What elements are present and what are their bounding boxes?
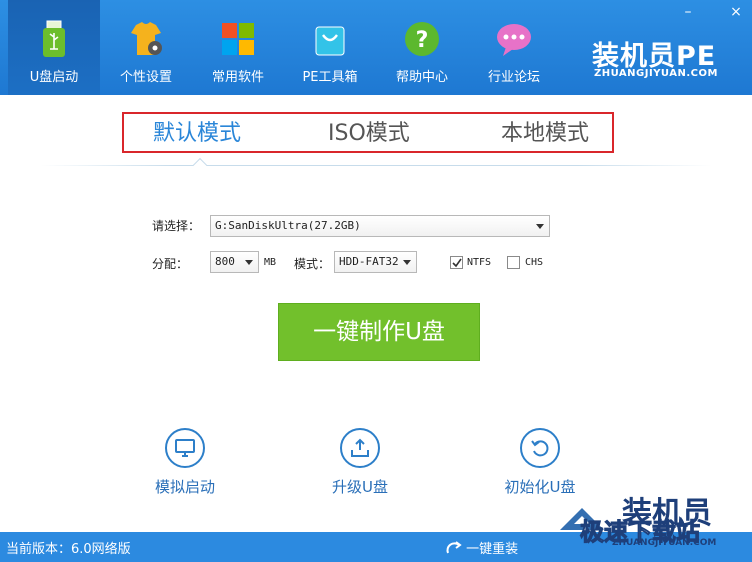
brand-url: ZHUANGJIYUAN.COM — [594, 68, 718, 79]
alloc-unit: MB — [264, 257, 277, 268]
make-usb-button[interactable]: 一键制作U盘 — [278, 303, 480, 361]
action-label: 模拟启动 — [154, 478, 215, 496]
windows-tiles-icon — [222, 23, 254, 55]
nav-label: 常用软件 — [211, 70, 264, 85]
partition-mode-value: HDD-FAT32 — [339, 255, 399, 268]
upgrade-usb-button[interactable]: 升级U盘 — [300, 428, 420, 497]
watermark: 装机员 极速下载站 ZHUANGJIYUAN.COM — [552, 490, 752, 550]
shopping-bag-icon — [315, 26, 345, 56]
watermark-url: ZHUANGJIYUAN.COM — [612, 538, 717, 548]
tshirt-gear-icon — [131, 22, 162, 55]
alloc-label: 分配： — [152, 257, 189, 271]
upload-tray-icon — [351, 438, 369, 457]
tab-local-mode[interactable]: 本地模式 — [501, 115, 589, 147]
tab-iso-mode[interactable]: ISO模式 — [328, 115, 410, 147]
action-circle — [340, 428, 380, 468]
nav-label: 个性设置 — [119, 70, 172, 85]
action-label: 升级U盘 — [332, 478, 388, 496]
chs-checkbox[interactable] — [507, 256, 520, 269]
device-select[interactable]: G:SanDiskUltra(27.2GB) — [210, 215, 550, 237]
reinstall-link[interactable]: 一键重装 — [446, 538, 518, 557]
nav-personalize[interactable]: 个性设置 — [100, 0, 192, 95]
partition-mode-select[interactable]: HDD-FAT32 — [334, 251, 417, 273]
active-tab-caret — [192, 157, 208, 173]
help-question-icon: ? — [405, 22, 439, 56]
action-circle — [520, 428, 560, 468]
nav-usb-boot[interactable]: U盘启动 — [8, 0, 100, 95]
mode-label: 模式： — [294, 257, 331, 271]
refresh-icon — [531, 440, 549, 457]
checkmark-icon — [452, 258, 462, 268]
monitor-icon — [175, 439, 195, 457]
action-circle — [165, 428, 205, 468]
top-header: U盘启动 个性设置 常用软件 PE工具箱 ? 帮助中心 行业论坛 装机员PE Z… — [0, 0, 752, 95]
refresh-arrow-icon — [446, 541, 462, 554]
alloc-select[interactable]: 800 — [210, 251, 259, 273]
nav-label: U盘启动 — [29, 70, 79, 85]
init-usb-button[interactable]: 初始化U盘 — [480, 428, 600, 497]
nav-label: PE工具箱 — [302, 70, 358, 85]
chevron-down-icon — [245, 260, 253, 265]
nav-pe-toolbox[interactable]: PE工具箱 — [284, 0, 376, 95]
tab-default-mode[interactable]: 默认模式 — [153, 115, 241, 147]
ntfs-checkbox[interactable] — [450, 256, 463, 269]
nav-help[interactable]: ? 帮助中心 — [376, 0, 468, 95]
chevron-down-icon — [536, 224, 544, 229]
chs-label: CHS — [525, 257, 544, 268]
alloc-select-value: 800 — [215, 255, 235, 268]
close-button[interactable]: × — [728, 4, 744, 20]
nav-software[interactable]: 常用软件 — [192, 0, 284, 95]
usb-drive-icon — [43, 20, 65, 57]
nav-forum[interactable]: 行业论坛 — [468, 0, 560, 95]
svg-text:?: ? — [416, 28, 429, 53]
mode-divider — [40, 165, 712, 166]
reinstall-label: 一键重装 — [466, 542, 519, 557]
device-select-value: G:SanDiskUltra(27.2GB) — [215, 219, 361, 232]
ntfs-label: NTFS — [467, 257, 492, 268]
version-text: 当前版本：6.0网络版 — [6, 542, 131, 557]
chevron-down-icon — [403, 260, 411, 265]
device-select-label: 请选择： — [152, 219, 201, 233]
simulate-boot-button[interactable]: 模拟启动 — [125, 428, 245, 497]
minimize-button[interactable]: – — [680, 4, 696, 20]
nav-label: 行业论坛 — [487, 70, 540, 85]
chat-bubble-icon — [497, 24, 531, 56]
nav-label: 帮助中心 — [395, 70, 448, 85]
